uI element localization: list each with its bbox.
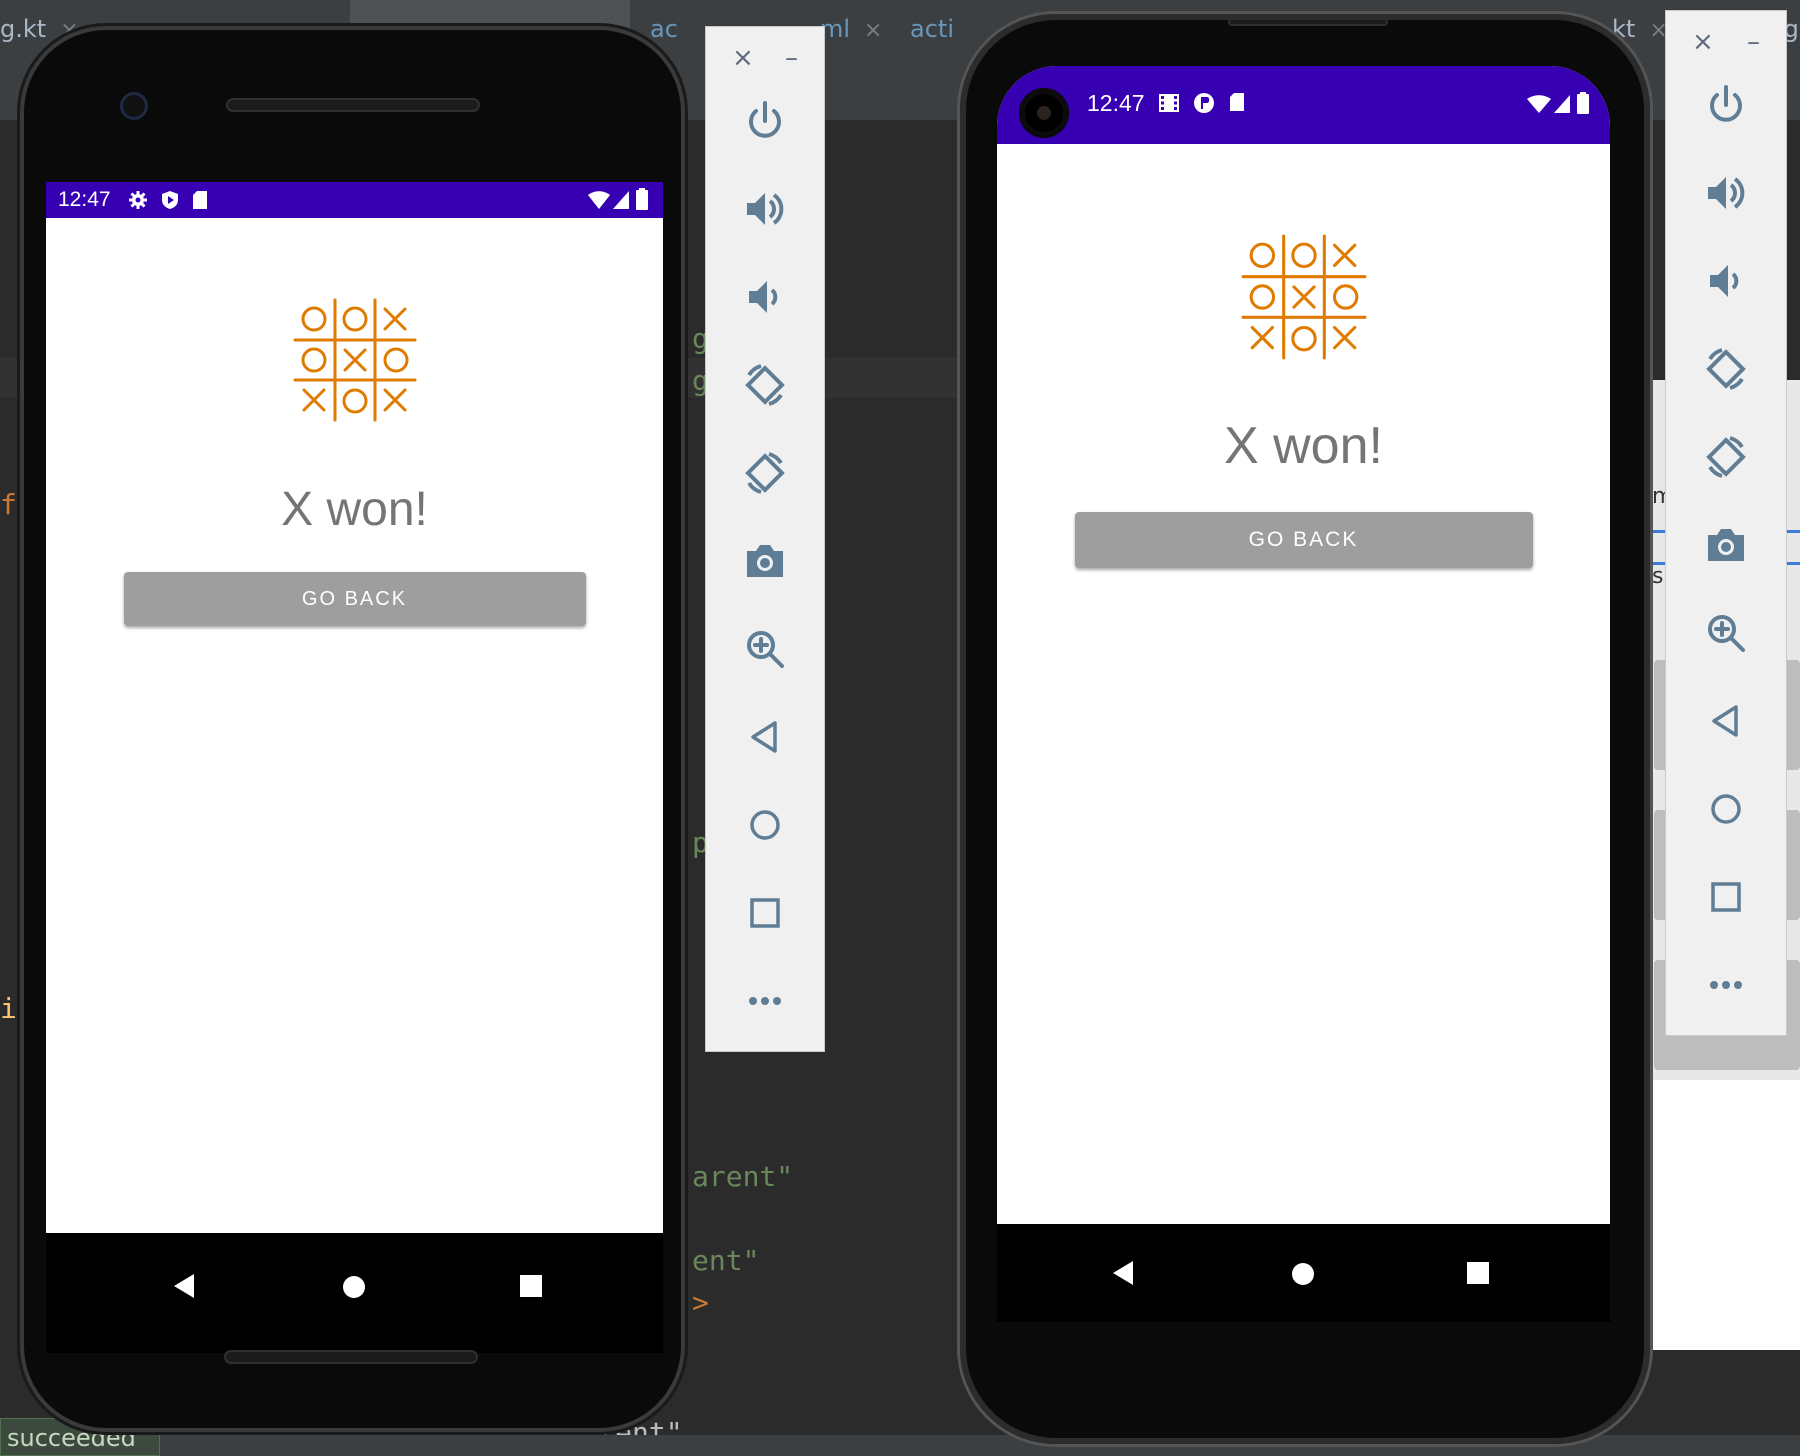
- overview-icon[interactable]: [1702, 873, 1750, 921]
- tic-tac-toe-logo: [293, 298, 416, 422]
- code-fragment: ent": [692, 1244, 760, 1277]
- result-activity: X won! GO BACK: [997, 144, 1610, 1224]
- emulator-phone-1: 12:47 X won! GO BACK: [20, 26, 685, 1432]
- rotate-left-icon[interactable]: [1702, 345, 1750, 393]
- result-text: X won!: [281, 483, 428, 536]
- home-icon[interactable]: [1702, 785, 1750, 833]
- toolbar-window-controls: × –: [1666, 27, 1786, 57]
- zoom-icon[interactable]: [741, 625, 789, 673]
- recents-icon[interactable]: [520, 1275, 542, 1297]
- volume-down-icon[interactable]: [741, 273, 789, 321]
- camera-lens: [1037, 106, 1051, 120]
- code-fragment: arent": [692, 1160, 794, 1193]
- result-activity: X won! GO BACK: [46, 218, 663, 1232]
- wifi-icon: [588, 191, 610, 209]
- back-icon[interactable]: [1702, 697, 1750, 745]
- volume-up-icon[interactable]: [1702, 169, 1750, 217]
- ide-tab-label: ac: [650, 15, 678, 43]
- wifi-icon: [1527, 95, 1551, 113]
- cell-signal-icon: [613, 191, 629, 209]
- earpiece: [226, 98, 480, 112]
- volume-down-icon[interactable]: [1702, 257, 1750, 305]
- nav-bar: [997, 1224, 1610, 1322]
- home-icon[interactable]: [741, 801, 789, 849]
- side-label: s: [1652, 564, 1664, 589]
- result-text: X won!: [1224, 417, 1383, 475]
- emulator-toolbar-2: × –: [1665, 10, 1787, 1036]
- close-icon[interactable]: ×: [864, 18, 882, 43]
- camera-icon[interactable]: [741, 537, 789, 585]
- earpiece: [1228, 18, 1388, 26]
- sd-card-icon: [193, 191, 207, 209]
- status-bar: 12:47: [997, 66, 1610, 144]
- more-icon[interactable]: [741, 977, 789, 1025]
- close-icon[interactable]: ×: [1692, 27, 1714, 57]
- rotate-right-icon[interactable]: [1702, 433, 1750, 481]
- play-protect-icon: [162, 191, 178, 209]
- power-icon[interactable]: [741, 97, 789, 145]
- ide-tab[interactable]: ac: [650, 0, 710, 58]
- phone-screen[interactable]: 12:47 X won! GO BACK: [997, 66, 1610, 1322]
- ide-tab[interactable]: ml ×: [820, 0, 920, 58]
- back-icon[interactable]: [1111, 1260, 1135, 1286]
- status-bar: 12:47: [46, 182, 663, 218]
- sd-card-icon: [1230, 93, 1244, 111]
- ide-tab-label: acti: [910, 15, 954, 43]
- camera-icon[interactable]: [1702, 521, 1750, 569]
- minimize-icon[interactable]: –: [1747, 27, 1760, 57]
- go-back-button[interactable]: GO BACK: [123, 572, 586, 626]
- ide-tab[interactable]: acti: [910, 0, 970, 58]
- back-icon[interactable]: [741, 713, 789, 761]
- battery-icon: [636, 188, 648, 210]
- status-time: 12:47: [58, 188, 111, 211]
- home-icon[interactable]: [342, 1275, 366, 1299]
- rotate-right-icon[interactable]: [741, 449, 789, 497]
- battery-icon: [1577, 92, 1589, 114]
- emulator-phone-2: 12:47 X won! GO BACK: [960, 14, 1650, 1444]
- recents-icon[interactable]: [1467, 1262, 1489, 1284]
- punch-hole-camera: [1019, 88, 1069, 138]
- toolbar-window-controls: × –: [706, 43, 824, 73]
- home-icon[interactable]: [1291, 1262, 1315, 1286]
- go-back-button[interactable]: GO BACK: [1074, 512, 1533, 568]
- emulator-toolbar-1: × –: [705, 26, 825, 1052]
- sync-icon: [1194, 93, 1214, 113]
- code-fragment: i: [0, 992, 17, 1025]
- film-icon: [1159, 94, 1179, 112]
- settings-icon: [129, 191, 147, 209]
- ide-tab-label: g.kt: [0, 15, 47, 43]
- cell-signal-icon: [1554, 95, 1570, 113]
- minimize-icon[interactable]: –: [785, 43, 798, 73]
- phone-screen[interactable]: 12:47 X won! GO BACK: [46, 182, 663, 1233]
- front-camera: [120, 92, 148, 120]
- power-icon[interactable]: [1702, 81, 1750, 129]
- back-icon[interactable]: [172, 1273, 196, 1299]
- zoom-icon[interactable]: [1702, 609, 1750, 657]
- more-icon[interactable]: [1702, 961, 1750, 1009]
- ide-preview-area: [1650, 1080, 1800, 1350]
- nav-bar: [46, 1233, 663, 1353]
- rotate-left-icon[interactable]: [741, 361, 789, 409]
- bottom-speaker: [224, 1350, 478, 1364]
- close-icon[interactable]: ×: [732, 43, 754, 73]
- volume-up-icon[interactable]: [741, 185, 789, 233]
- code-fragment: >: [692, 1286, 709, 1319]
- overview-icon[interactable]: [741, 889, 789, 937]
- tic-tac-toe-logo: [1241, 234, 1366, 360]
- status-time: 12:47: [1087, 90, 1145, 116]
